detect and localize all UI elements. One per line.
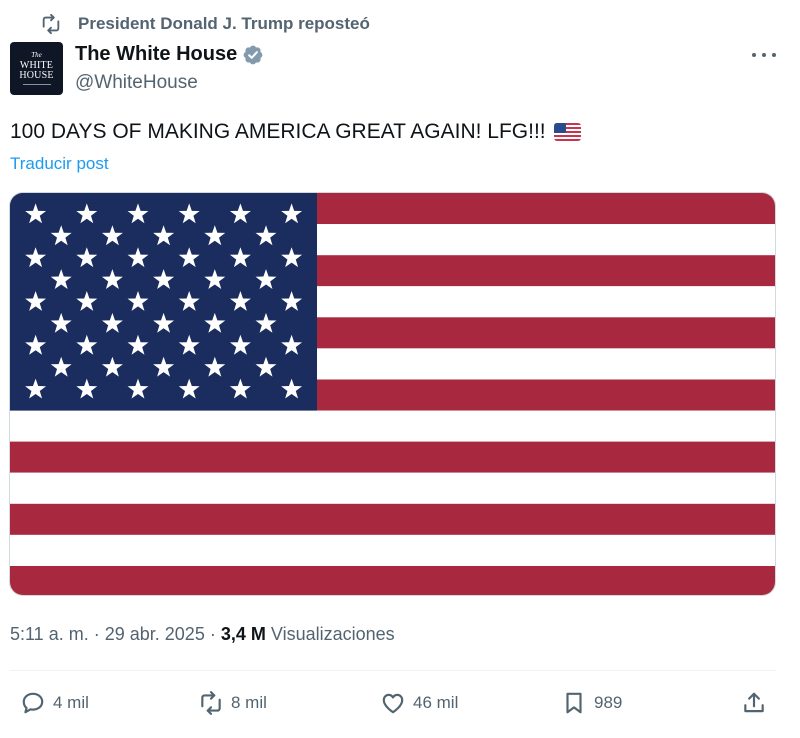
avatar-rule — [22, 84, 51, 85]
dot — [762, 53, 766, 57]
avatar[interactable]: The WHITE HOUSE — [10, 42, 63, 95]
us-flag-emoji — [553, 123, 581, 141]
more-options-icon[interactable] — [752, 46, 776, 64]
repost-icon — [201, 691, 221, 715]
repost-icon — [42, 13, 60, 35]
views-label: Visualizaciones — [270, 624, 395, 644]
views-count: 3,4 M — [220, 624, 266, 644]
avatar-line-the: The — [31, 51, 42, 59]
repost-count: 8 mil — [231, 693, 267, 712]
repost-text: President Donald J. Trump reposteó — [78, 14, 370, 33]
author-name[interactable]: The White House — [75, 43, 264, 66]
share-icon — [744, 692, 764, 713]
like-count: 46 mil — [413, 693, 459, 712]
dot — [772, 53, 776, 57]
heart-icon — [382, 693, 404, 714]
author-name-text: The White House — [75, 43, 238, 65]
post-text-body: 100 DAYS OF MAKING AMERICA GREAT AGAIN! … — [10, 120, 546, 143]
dot — [752, 53, 756, 57]
bookmark-icon — [566, 692, 582, 714]
author-handle[interactable]: @WhiteHouse — [75, 72, 198, 94]
divider — [10, 670, 776, 671]
avatar-line-house: HOUSE — [19, 70, 54, 81]
bookmark-count: 989 — [594, 693, 623, 712]
post-text: 100 DAYS OF MAKING AMERICA GREAT AGAIN! … — [10, 120, 581, 144]
like-button[interactable]: 46 mil — [380, 690, 458, 716]
repost-banner[interactable]: President Donald J. Trump reposteó — [40, 13, 370, 35]
repost-button[interactable]: 8 mil — [198, 690, 267, 716]
reply-count: 4 mil — [53, 693, 89, 712]
post-date[interactable]: 29 abr. 2025 — [105, 624, 205, 644]
share-button[interactable] — [741, 690, 774, 716]
verified-badge-icon — [243, 45, 263, 64]
reply-button[interactable]: 4 mil — [20, 690, 89, 716]
reply-icon — [22, 692, 44, 714]
translate-post-link[interactable]: Traducir post — [10, 154, 109, 174]
post-time[interactable]: 5:11 a. m. — [10, 624, 89, 644]
bookmark-button[interactable]: 989 — [561, 690, 622, 716]
us-flag-image[interactable] — [9, 192, 776, 596]
post-meta: 5:11 a. m. · 29 abr. 2025 · 3,4 M Visual… — [10, 624, 395, 644]
